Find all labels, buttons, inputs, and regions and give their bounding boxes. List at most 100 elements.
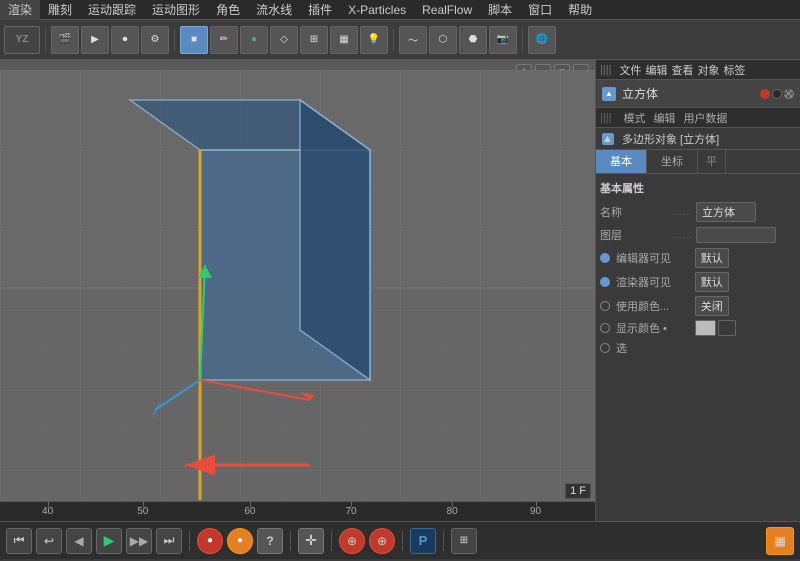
prop-value-editor-vis[interactable]: 默认 (695, 248, 729, 268)
timeline-ruler: 40 50 60 70 80 90 (0, 501, 595, 521)
tl-num-50: 50 (137, 506, 148, 517)
menu-item-render[interactable]: 渲染 (0, 0, 40, 20)
cube-btn[interactable]: ■ (180, 26, 208, 54)
transport-next-frame[interactable]: ▶▶ (126, 528, 152, 554)
transport-sep-4 (402, 531, 403, 551)
tl-num-40: 40 (42, 506, 53, 517)
prop-label-name: 名称 (600, 204, 672, 220)
transport-sep-3 (331, 531, 332, 551)
menu-item-plugins[interactable]: 插件 (300, 0, 340, 20)
prop-radio-show-color (600, 323, 610, 333)
prop-label-layer: 图层 (600, 227, 672, 243)
right-panel: |||| 文件 编辑 查看 对象 标签 ▲ 立方体 |||| 模式 编辑 用户数… (595, 60, 800, 521)
prop-value-name[interactable]: 立方体 (696, 202, 756, 222)
menu-item-motion-track[interactable]: 运动跟踪 (80, 0, 144, 20)
menu-item-character[interactable]: 角色 (208, 0, 248, 20)
menu-item-window[interactable]: 窗口 (520, 0, 560, 20)
prop-value-layer[interactable] (696, 227, 776, 243)
transport-play[interactable]: ▶ (96, 528, 122, 554)
transport-record-btn[interactable]: ● (197, 528, 223, 554)
rp-toolbar: |||| 文件 编辑 查看 对象 标签 (596, 60, 800, 80)
transport-help[interactable]: ? (257, 528, 283, 554)
prop-dots-name: …… (672, 207, 692, 218)
rp-menu-view[interactable]: 查看 (671, 62, 693, 78)
menu-item-scripts[interactable]: 脚本 (480, 0, 520, 20)
shader-btn[interactable]: ⬣ (459, 26, 487, 54)
rp-tab-userdata[interactable]: 用户数据 (683, 110, 727, 126)
play-btn[interactable]: ▶ (81, 26, 109, 54)
menu-item-realflow[interactable]: RealFlow (414, 0, 480, 20)
prop-dots-use-color (688, 301, 691, 312)
transport-grid-btn[interactable]: ⊞ (451, 528, 477, 554)
transport-move-icon[interactable]: ✛ (298, 528, 324, 554)
transport-orange-box[interactable]: ▦ (766, 527, 794, 555)
rp-tab-edit[interactable]: 编辑 (653, 110, 675, 126)
menu-bar: 渲染 雕刻 运动跟踪 运动图形 角色 流水线 插件 X-Particles Re… (0, 0, 800, 20)
prop-section-title: 基本属性 (600, 180, 796, 196)
transport-sep-1 (189, 531, 190, 551)
prop-row-select: 选 (600, 340, 796, 356)
rp-menu-tags[interactable]: 标签 (723, 62, 745, 78)
transport-to-end[interactable]: ⏭ (156, 528, 182, 554)
tl-num-90: 90 (530, 506, 541, 517)
material-btn[interactable]: ● (240, 26, 268, 54)
environment-btn[interactable]: 🌐 (528, 26, 556, 54)
viewport[interactable]: ✛ ↓ □ ≡ 网格间距：100 cm 删掉此二面 (0, 60, 595, 521)
light-btn[interactable]: 💡 (360, 26, 388, 54)
pattern-btn[interactable]: ▦ (330, 26, 358, 54)
rp-tab-mode[interactable]: 模式 (623, 110, 645, 126)
toolbar-separator-3 (393, 28, 394, 52)
transport-p-btn[interactable]: P (410, 528, 436, 554)
prop-value-use-color[interactable]: 关闭 (695, 296, 729, 316)
menu-item-sculpt[interactable]: 雕刻 (40, 0, 80, 20)
tl-num-60: 60 (244, 506, 255, 517)
transport-sep-5 (443, 531, 444, 551)
camera2-btn[interactable]: 📷 (489, 26, 517, 54)
rp-tab-basic[interactable]: 基本 (596, 150, 647, 173)
prop-label-editor-vis: 编辑器可见 (616, 250, 688, 266)
prop-value-render-vis[interactable]: 默认 (695, 272, 729, 292)
toolbar-separator-4 (522, 28, 523, 52)
prop-dots-render-vis (688, 277, 691, 288)
settings-btn[interactable]: ⚙ (141, 26, 169, 54)
transport-anim2[interactable]: ⊕ (369, 528, 395, 554)
deformer-btn[interactable]: ⬡ (429, 26, 457, 54)
rp-dot-dark (772, 89, 782, 99)
toolbar-separator-2 (174, 28, 175, 52)
transport-prev-key[interactable]: ↩ (36, 528, 62, 554)
rp-tabs-row: |||| 模式 编辑 用户数据 (596, 108, 800, 128)
transport-bar: ⏮ ↩ ◀ ▶ ▶▶ ⏭ ● ● ? ✛ ⊕ ⊕ P ⊞ ▦ (0, 521, 800, 559)
prop-row-editor-vis: 编辑器可见 默认 (600, 248, 796, 268)
rp-dot-red (760, 89, 770, 99)
yz-axis-indicator[interactable]: Y Z (4, 26, 40, 54)
record-btn[interactable]: ⏺ (111, 26, 139, 54)
prop-radio-use-color (600, 301, 610, 311)
pen-btn[interactable]: ✏ (210, 26, 238, 54)
rp-type-icon: ▲ (602, 133, 614, 145)
rp-menu-file[interactable]: 文件 (619, 62, 641, 78)
transport-auto-record[interactable]: ● (227, 528, 253, 554)
menu-item-motion-graphics[interactable]: 运动图形 (144, 0, 208, 20)
menu-item-pipeline[interactable]: 流水线 (248, 0, 300, 20)
rp-tab-bar: 基本 坐标 平 (596, 150, 800, 174)
menu-item-xparticles[interactable]: X-Particles (340, 0, 414, 20)
transport-to-start[interactable]: ⏮ (6, 528, 32, 554)
rp-dot-checker (784, 89, 794, 99)
rp-tab-coords[interactable]: 坐标 (647, 150, 698, 173)
rp-object-header: ▲ 立方体 (596, 80, 800, 108)
menu-item-help[interactable]: 帮助 (560, 0, 600, 20)
grid-btn[interactable]: ⊞ (300, 26, 328, 54)
spline-btn[interactable]: 〜 (399, 26, 427, 54)
rp-tab-partial[interactable]: 平 (698, 150, 726, 173)
frame-indicator: 1 F (565, 483, 591, 499)
rp-menu-object[interactable]: 对象 (697, 62, 719, 78)
prop-label-select: 选 (616, 340, 688, 356)
rp-object-type-icon: ▲ (602, 87, 616, 101)
rp-menu-edit[interactable]: 编辑 (645, 62, 667, 78)
prop-dots-editor-vis (688, 253, 691, 264)
prop-value-show-color[interactable] (695, 320, 716, 336)
gem-btn[interactable]: ◇ (270, 26, 298, 54)
transport-prev-frame[interactable]: ◀ (66, 528, 92, 554)
camera-btn[interactable]: 🎬 (51, 26, 79, 54)
transport-anim1[interactable]: ⊕ (339, 528, 365, 554)
